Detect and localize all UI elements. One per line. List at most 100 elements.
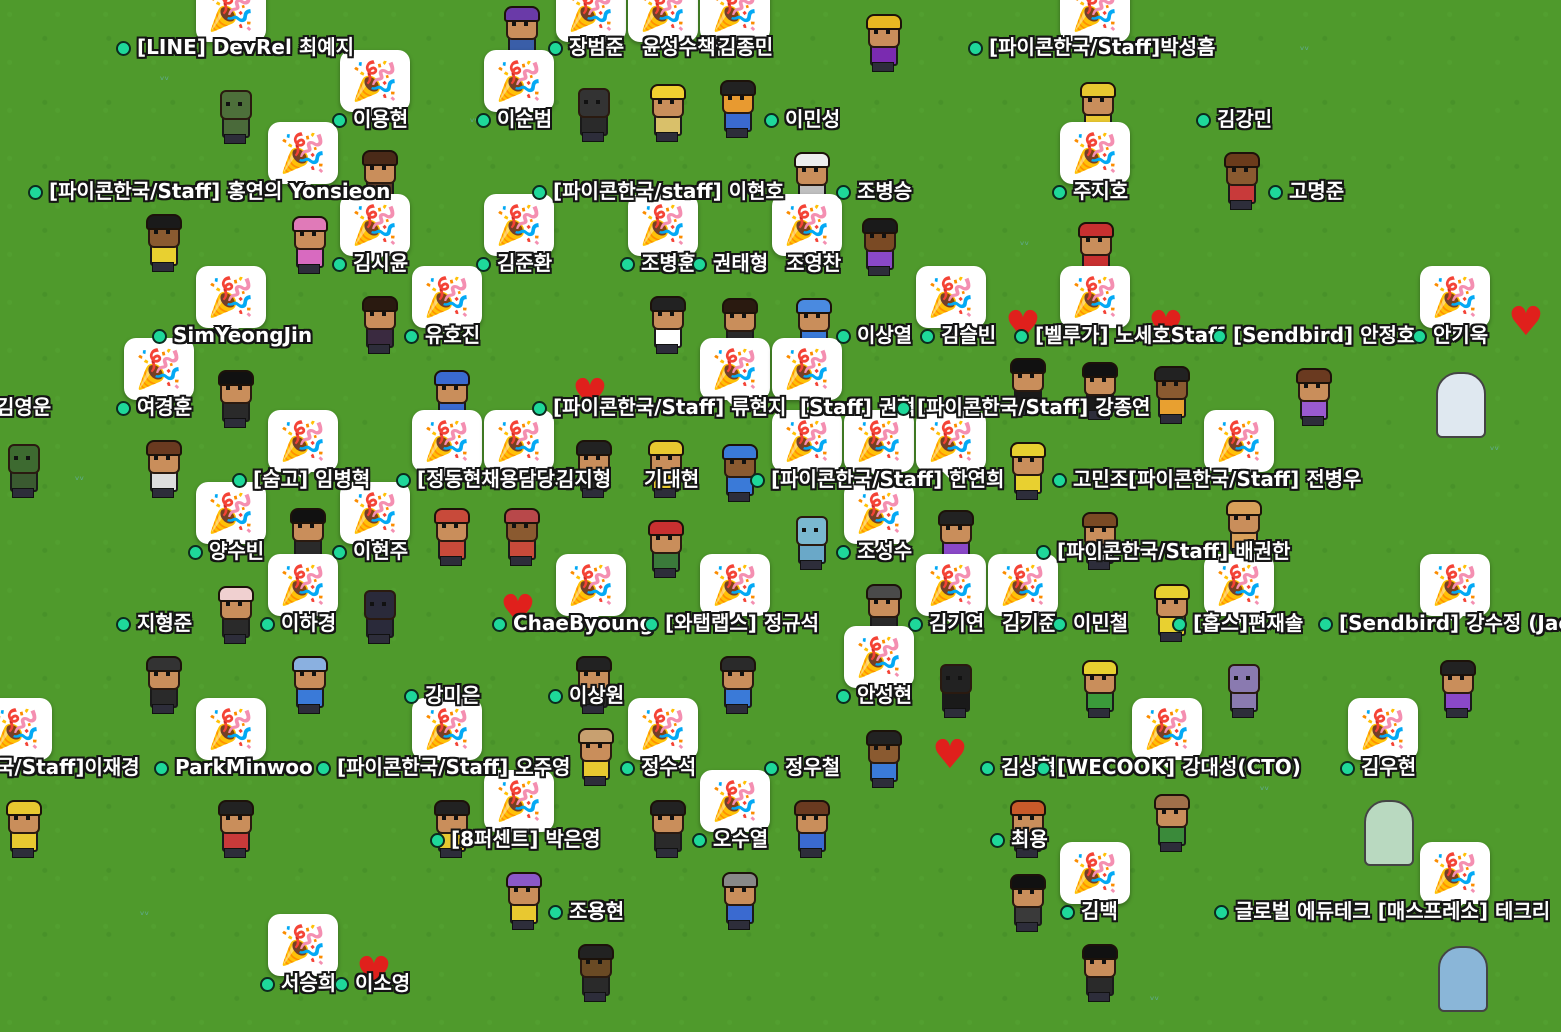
player-nametag[interactable]: 김우현 (1340, 755, 1416, 779)
player-nametag[interactable]: [파이콘한국/Staff] 전병우 (1128, 467, 1361, 491)
player-nametag[interactable]: [파이콘한국/Staff] 배권한 (1036, 539, 1290, 563)
player-nametag[interactable]: [WECOOK] 강대성(CTO) (1036, 755, 1301, 779)
player-nametag[interactable]: ChaeByoung (492, 611, 654, 635)
player-avatar[interactable] (498, 508, 542, 566)
player-nametag[interactable]: 고명준 (1268, 179, 1344, 203)
player-nametag[interactable]: 조영찬 (786, 251, 841, 275)
player-nametag[interactable]: [Sendbird] 안정호 (1212, 323, 1415, 347)
player-nametag[interactable]: [파이콘한국/Staff] 오주영 (316, 755, 570, 779)
player-nametag[interactable]: [파이콘한국/Staff] 류현지 (532, 395, 786, 419)
player-nametag[interactable]: 강미은 (404, 683, 480, 707)
player-nametag[interactable]: 조병승 (836, 179, 912, 203)
player-nametag[interactable]: 이민철 (1052, 611, 1128, 635)
player-nametag[interactable]: 조용현 (548, 899, 624, 923)
player-avatar[interactable] (860, 14, 904, 72)
ghost-avatar[interactable] (1438, 946, 1488, 1012)
player-nametag[interactable]: [숨고] 임병혁 (232, 467, 370, 491)
player-nametag[interactable]: 안기욱 (1412, 323, 1488, 347)
player-nametag[interactable]: [와탭랩스] 정규석 (644, 611, 819, 635)
player-nametag[interactable]: 이하경 (260, 611, 336, 635)
player-avatar[interactable] (572, 728, 616, 786)
player-nametag[interactable]: 이소영 (334, 971, 410, 995)
ghost-avatar[interactable] (1364, 800, 1414, 866)
player-nametag[interactable]: 이현주 (332, 539, 408, 563)
player-avatar[interactable] (356, 586, 400, 644)
player-nametag[interactable]: 기대현 (644, 467, 699, 491)
player-nametag[interactable]: SimYeongJin (152, 323, 312, 347)
player-nametag[interactable]: 김슬빈 (920, 323, 996, 347)
player-avatar[interactable] (644, 800, 688, 858)
player-avatar[interactable] (0, 440, 44, 498)
player-nametag[interactable]: 권태형 (692, 251, 768, 275)
player-nametag[interactable]: 조성수 (836, 539, 912, 563)
player-nametag[interactable]: 여경훈 (116, 395, 192, 419)
player-avatar[interactable] (1148, 794, 1192, 852)
player-nametag[interactable]: 이순범 (476, 107, 552, 131)
player-nametag[interactable]: 김준환 (476, 251, 552, 275)
player-nametag[interactable]: 고민조 (1052, 467, 1128, 491)
player-avatar[interactable] (140, 656, 184, 714)
player-nametag[interactable]: 김기준 (1002, 611, 1057, 635)
player-avatar[interactable] (856, 218, 900, 276)
player-nametag[interactable]: [8퍼센트] 박은영 (430, 827, 601, 851)
player-avatar[interactable] (1218, 152, 1262, 210)
player-avatar[interactable] (788, 512, 832, 570)
player-nametag[interactable]: 김기연 (908, 611, 984, 635)
player-avatar[interactable] (286, 656, 330, 714)
player-avatar[interactable] (0, 800, 44, 858)
player-nametag[interactable]: 서승희 (260, 971, 336, 995)
player-nametag[interactable]: [파이콘한국/staff] 이현호 (532, 179, 784, 203)
player-nametag[interactable]: 장범준 (548, 35, 624, 59)
player-nametag[interactable]: 김지형 (556, 467, 611, 491)
player-avatar[interactable] (572, 944, 616, 1002)
player-avatar[interactable] (212, 586, 256, 644)
player-avatar[interactable] (1004, 874, 1048, 932)
player-avatar[interactable] (212, 370, 256, 428)
player-nametag[interactable]: 주지호 (1052, 179, 1128, 203)
player-nametag[interactable]: 양수빈 (188, 539, 264, 563)
player-avatar[interactable] (212, 800, 256, 858)
player-avatar[interactable] (1434, 660, 1478, 718)
player-avatar[interactable] (716, 872, 760, 930)
player-nametag[interactable]: [벨루가] 노세호Staff (1014, 323, 1224, 347)
player-nametag[interactable]: 김종민 (718, 35, 773, 59)
player-avatar[interactable] (1076, 944, 1120, 1002)
player-avatar[interactable] (1220, 660, 1264, 718)
player-nametag[interactable]: [홉스]편재솔 (1172, 611, 1303, 635)
player-avatar[interactable] (644, 84, 688, 142)
player-nametag[interactable]: 이상원 (548, 683, 624, 707)
player-nametag[interactable]: [정동현채용담당자 (396, 467, 573, 491)
player-nametag[interactable]: 김시윤 (332, 251, 408, 275)
player-avatar[interactable] (356, 296, 400, 354)
player-avatar[interactable] (1004, 442, 1048, 500)
player-nametag[interactable]: 김강민 (1196, 107, 1272, 131)
player-nametag[interactable]: 정수석 (620, 755, 696, 779)
player-avatar[interactable] (1148, 366, 1192, 424)
player-avatar[interactable] (1290, 368, 1334, 426)
player-avatar[interactable] (286, 216, 330, 274)
player-nametag[interactable]: 지형준 (116, 611, 192, 635)
player-nametag[interactable]: 국/Staff]이재경 (0, 755, 140, 779)
player-nametag[interactable]: 이용현 (332, 107, 408, 131)
player-avatar[interactable] (644, 296, 688, 354)
player-avatar[interactable] (212, 86, 256, 144)
player-avatar[interactable] (570, 84, 614, 142)
player-nametag[interactable]: [파이콘한국/Staff] 강종연 (896, 395, 1150, 419)
player-nametag[interactable]: 오수열 (692, 827, 768, 851)
player-nametag[interactable]: 글로벌 에듀테크 [매스프레소] 테크리 (1214, 899, 1550, 923)
player-avatar[interactable] (500, 872, 544, 930)
player-nametag[interactable]: [파이콘한국/Staff] 한연희 (750, 467, 1004, 491)
player-nametag[interactable]: [Sendbird] 강수정 (Jac (1318, 611, 1561, 635)
ghost-avatar[interactable] (1436, 372, 1486, 438)
player-avatar[interactable] (140, 440, 184, 498)
player-avatar[interactable] (860, 730, 904, 788)
player-nametag[interactable]: [LINE] DevRel 최예지 (116, 35, 354, 59)
player-nametag[interactable]: [파이콘한국/Staff]박성흠 (968, 35, 1215, 59)
player-avatar[interactable] (714, 80, 758, 138)
player-avatar[interactable] (140, 214, 184, 272)
player-avatar[interactable] (932, 660, 976, 718)
player-avatar[interactable] (1076, 660, 1120, 718)
player-nametag[interactable]: ParkMinwoo (154, 755, 313, 779)
player-nametag[interactable]: [파이콘한국/Staff] 홍연의 Yonsieon (28, 179, 390, 203)
player-avatar[interactable] (428, 508, 472, 566)
